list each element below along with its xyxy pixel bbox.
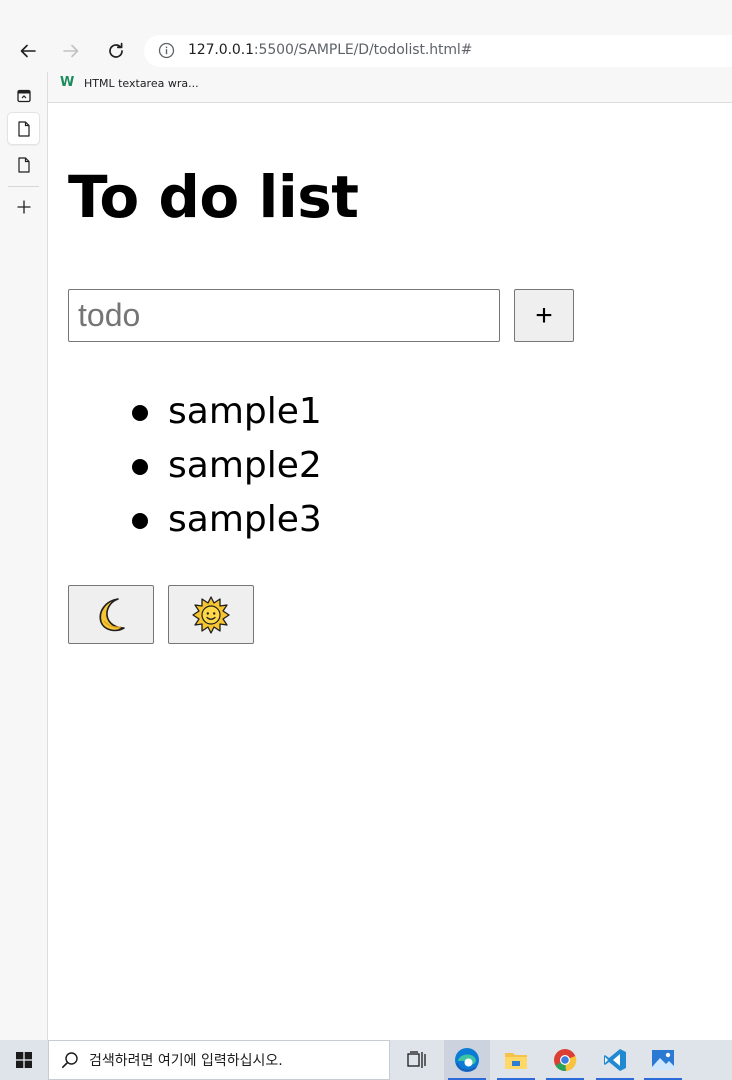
todo-item: sample2 [48, 439, 322, 493]
back-button[interactable] [13, 36, 43, 66]
tab-active-page[interactable] [8, 113, 39, 144]
dark-mode-button[interactable] [68, 585, 154, 644]
start-button[interactable] [0, 1040, 48, 1080]
bullet-icon [132, 459, 148, 475]
w3schools-favicon-icon: W [60, 75, 75, 90]
arrow-right-icon [63, 44, 79, 58]
chrome-taskbar-button[interactable] [542, 1040, 588, 1080]
taskbar-search-box[interactable]: 검색하려면 여기에 입력하십시오. [48, 1040, 390, 1080]
todo-item-text: sample1 [168, 391, 322, 432]
page-title: To do list [68, 163, 359, 231]
todo-item: sample3 [48, 493, 322, 547]
todo-item-text: sample3 [168, 499, 322, 540]
edge-browser-icon [455, 1048, 479, 1072]
bullet-icon [132, 405, 148, 421]
search-icon [62, 1052, 78, 1068]
light-mode-button[interactable] [168, 585, 254, 644]
bookmarks-bar: W HTML textarea wra... [48, 72, 732, 103]
todo-item-text: sample2 [168, 445, 322, 486]
todo-list: sample1 sample2 sample3 [48, 385, 322, 547]
task-view-icon [407, 1051, 426, 1068]
refresh-button[interactable] [101, 36, 131, 66]
page-content: To do list + sample1 sample2 sample3 [48, 103, 732, 1040]
edge-taskbar-button[interactable] [444, 1040, 490, 1080]
tab-actions-icon [16, 89, 31, 102]
address-bar[interactable]: 127.0.0.1:5500/SAMPLE/D/todolist.html# [144, 35, 732, 67]
windows-logo-icon [16, 1052, 32, 1068]
refresh-icon [109, 42, 123, 58]
url-path: :5500/SAMPLE/D/todolist.html# [253, 42, 473, 58]
sidebar-divider [8, 186, 39, 187]
add-todo-button[interactable]: + [514, 289, 574, 342]
bookmark-label: HTML textarea wra... [84, 76, 199, 90]
photos-taskbar-button[interactable] [640, 1040, 686, 1080]
site-info-icon[interactable] [158, 42, 175, 63]
taskbar: 검색하려면 여기에 입력하십시오. [0, 1040, 732, 1080]
taskbar-search-placeholder: 검색하려면 여기에 입력하십시오. [89, 1053, 283, 1069]
page-icon [17, 120, 30, 137]
todo-input[interactable] [68, 289, 500, 342]
arrow-left-icon [20, 44, 36, 58]
new-tab-button[interactable] [8, 191, 39, 222]
file-explorer-taskbar-button[interactable] [493, 1040, 539, 1080]
vertical-tabs-sidebar [0, 72, 48, 1040]
url-host: 127.0.0.1 [188, 42, 254, 58]
forward-button[interactable] [56, 36, 86, 66]
vscode-taskbar-button[interactable] [592, 1040, 638, 1080]
todo-item: sample1 [48, 385, 322, 439]
bookmark-item[interactable]: W HTML textarea wra... [60, 76, 199, 90]
folder-icon [505, 1053, 527, 1069]
plus-icon [17, 200, 30, 213]
task-view-button[interactable] [394, 1040, 440, 1080]
browser-toolbar: 127.0.0.1:5500/SAMPLE/D/todolist.html# [0, 0, 732, 72]
tab-actions-button[interactable] [8, 80, 39, 111]
photos-icon [652, 1050, 674, 1070]
chrome-browser-icon [554, 1049, 577, 1072]
page-icon [17, 156, 30, 173]
sun-face-icon [192, 595, 230, 634]
moon-icon [99, 597, 125, 631]
tab-page[interactable] [8, 149, 39, 180]
url-text[interactable]: 127.0.0.1:5500/SAMPLE/D/todolist.html# [188, 42, 472, 58]
vscode-icon [604, 1049, 626, 1071]
bullet-icon [132, 513, 148, 529]
